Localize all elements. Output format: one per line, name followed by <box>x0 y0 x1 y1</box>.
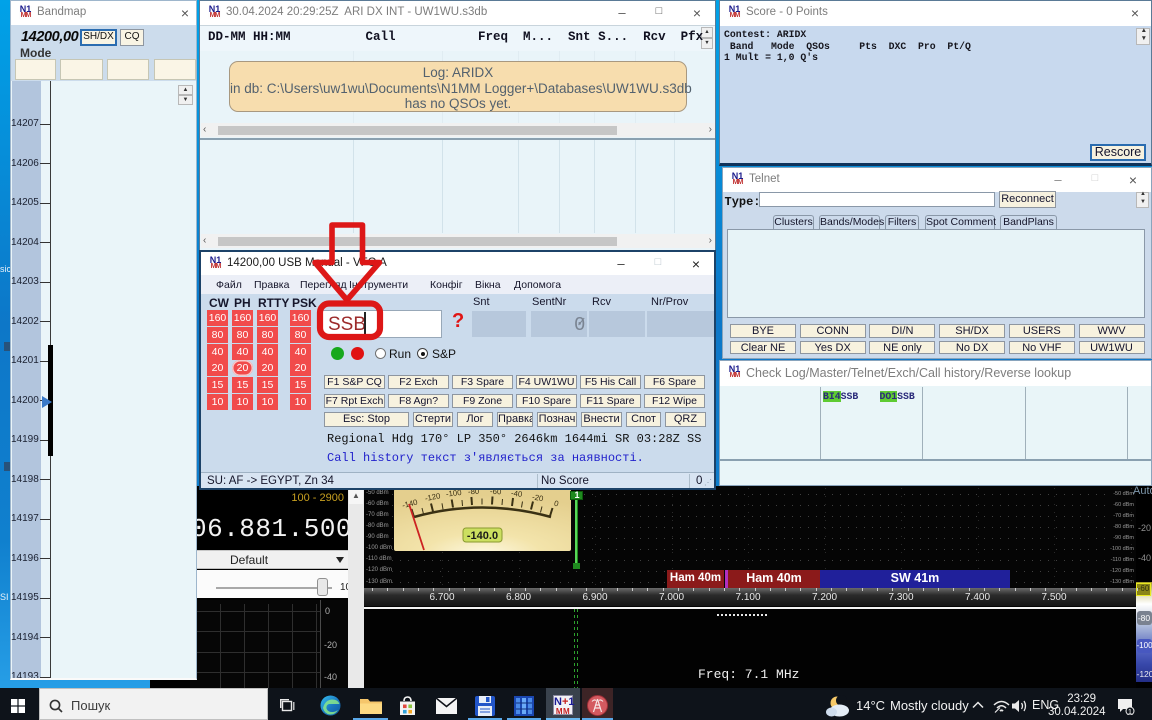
svg-text:1: 1 <box>1128 707 1132 715</box>
